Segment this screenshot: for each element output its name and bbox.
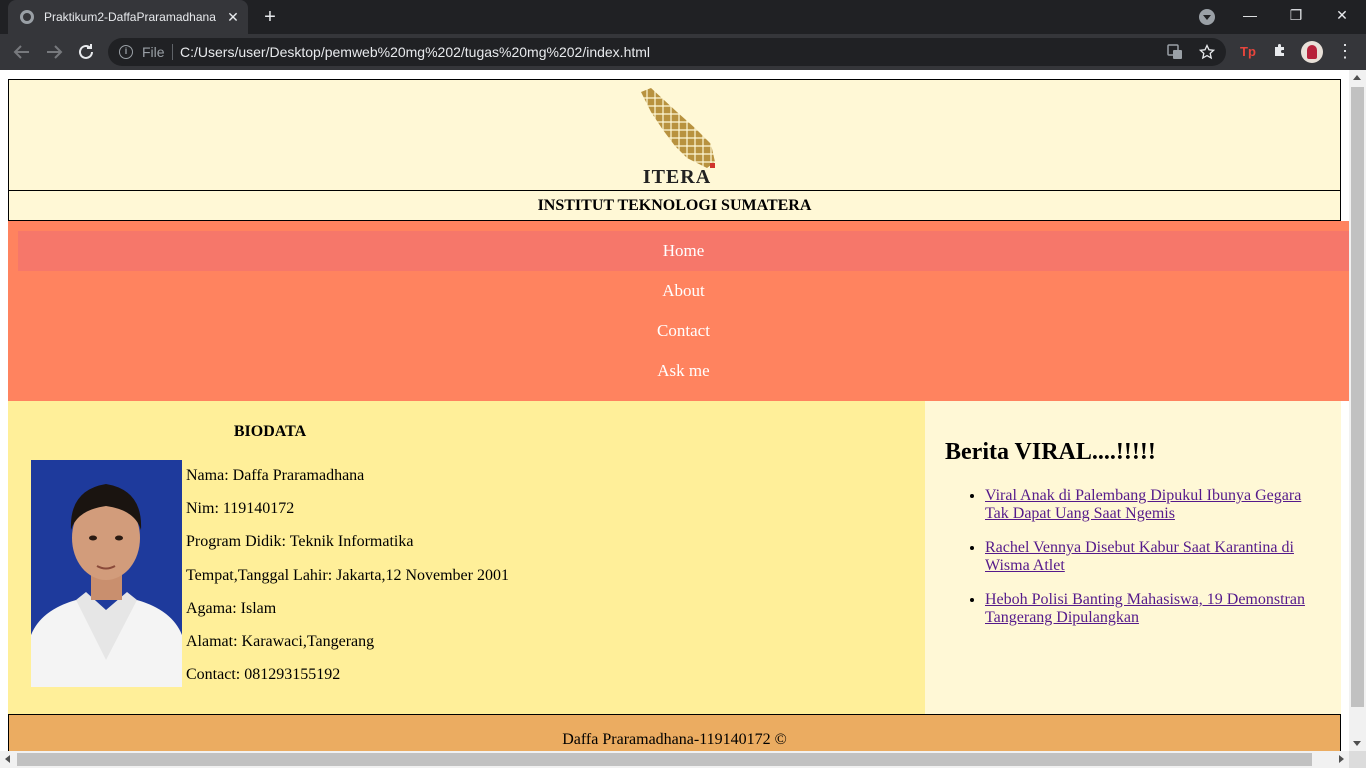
news-sidebar: Berita VIRAL....!!!!! Viral Anak di Pale…	[925, 401, 1341, 714]
nav-home[interactable]: Home	[18, 231, 1349, 271]
back-arrow-icon[interactable]	[10, 40, 34, 64]
news-list: Viral Anak di Palembang Dipukul Ibunya G…	[985, 487, 1315, 643]
scroll-corner	[1349, 751, 1366, 768]
biodata-title: BIODATA	[233, 423, 307, 440]
star-icon[interactable]	[1198, 43, 1216, 60]
address-bar[interactable]: i File C:/Users/user/Desktop/pemweb%20mg…	[108, 38, 1226, 66]
bio-field-religion: Agama: Islam	[186, 599, 277, 617]
logo-text: ITERA	[642, 166, 712, 188]
scroll-up-icon[interactable]	[1353, 75, 1361, 80]
news-link[interactable]: Viral Anak di Palembang Dipukul Ibunya G…	[985, 487, 1301, 522]
biodata-fields: Nama: Daffa Praramadhana Nim: 119140172 …	[186, 466, 509, 698]
itera-logo: ITERA	[637, 88, 717, 188]
extension-tp-icon[interactable]: Tp	[1238, 42, 1258, 62]
profile-photo	[31, 460, 182, 687]
info-icon[interactable]: i	[119, 45, 133, 59]
translate-icon[interactable]	[1167, 44, 1183, 60]
browser-tab-strip: Praktikum2-DaffaPraramadhana- ✕ + — ❐ ✕	[0, 0, 1366, 34]
page-viewport: ITERA INSTITUT TEKNOLOGI SUMATERA Home A…	[0, 70, 1366, 768]
list-item: Viral Anak di Palembang Dipukul Ibunya G…	[985, 487, 1315, 523]
puzzle-extensions-icon[interactable]	[1270, 42, 1290, 62]
nav-ask-me[interactable]: Ask me	[18, 351, 1349, 391]
news-link[interactable]: Rachel Vennya Disebut Kabur Saat Karanti…	[985, 539, 1294, 574]
itera-logo-mark	[639, 88, 717, 170]
profile-avatar[interactable]	[1301, 41, 1323, 63]
close-window-button[interactable]: ✕	[1319, 0, 1365, 30]
news-link[interactable]: Heboh Polisi Banting Mahasiswa, 19 Demon…	[985, 591, 1305, 626]
browser-toolbar: i File C:/Users/user/Desktop/pemweb%20mg…	[0, 34, 1366, 70]
url-text[interactable]: C:/Users/user/Desktop/pemweb%20mg%202/tu…	[180, 44, 650, 60]
bio-field-name: Nama: Daffa Praramadhana	[186, 467, 365, 484]
scroll-down-icon[interactable]	[1353, 741, 1361, 746]
institute-name: INSTITUT TEKNOLOGI SUMATERA	[8, 190, 1341, 221]
horizontal-scroll-thumb[interactable]	[17, 753, 1312, 766]
browser-tab[interactable]: Praktikum2-DaffaPraramadhana- ✕	[8, 0, 248, 34]
nav-contact[interactable]: Contact	[18, 311, 1349, 351]
vertical-scroll-thumb[interactable]	[1351, 87, 1364, 707]
tab-title: Praktikum2-DaffaPraramadhana-	[44, 10, 216, 24]
list-item: Rachel Vennya Disebut Kabur Saat Karanti…	[985, 539, 1315, 575]
bio-field-program: Program Didik: Teknik Informatika	[186, 533, 414, 551]
nav-about[interactable]: About	[18, 271, 1349, 311]
new-tab-button[interactable]: +	[258, 6, 282, 28]
scheme-divider	[172, 44, 173, 60]
site-header: ITERA	[8, 79, 1341, 191]
forward-arrow-icon[interactable]	[42, 40, 66, 64]
tab-search-icon[interactable]	[1199, 9, 1215, 25]
horizontal-scrollbar[interactable]	[0, 751, 1349, 768]
list-item: Heboh Polisi Banting Mahasiswa, 19 Demon…	[985, 591, 1315, 627]
reload-icon[interactable]	[74, 40, 98, 64]
minimize-button[interactable]: —	[1227, 0, 1273, 30]
vertical-scrollbar[interactable]	[1349, 70, 1366, 751]
news-title: Berita VIRAL....!!!!!	[945, 439, 1156, 465]
bio-field-address: Alamat: Karawaci,Tangerang	[186, 632, 375, 650]
scheme-label: File	[142, 44, 165, 60]
scroll-right-icon[interactable]	[1339, 755, 1344, 763]
biodata-section: BIODATA Nama: Daffa Praramadhana Nim: 11…	[8, 401, 925, 714]
menu-dots-icon[interactable]: ⋮	[1336, 40, 1354, 64]
scroll-left-icon[interactable]	[5, 755, 10, 763]
site-navbar: Home About Contact Ask me	[8, 221, 1349, 401]
globe-favicon-icon	[20, 10, 34, 24]
bio-field-birth: Tempat,Tanggal Lahir: Jakarta,12 Novembe…	[186, 566, 509, 584]
close-tab-icon[interactable]: ✕	[224, 8, 242, 26]
restore-button[interactable]: ❐	[1273, 0, 1319, 30]
bio-field-nim: Nim: 119140172	[186, 500, 295, 518]
bio-field-contact: Contact: 081293155192	[186, 666, 341, 684]
